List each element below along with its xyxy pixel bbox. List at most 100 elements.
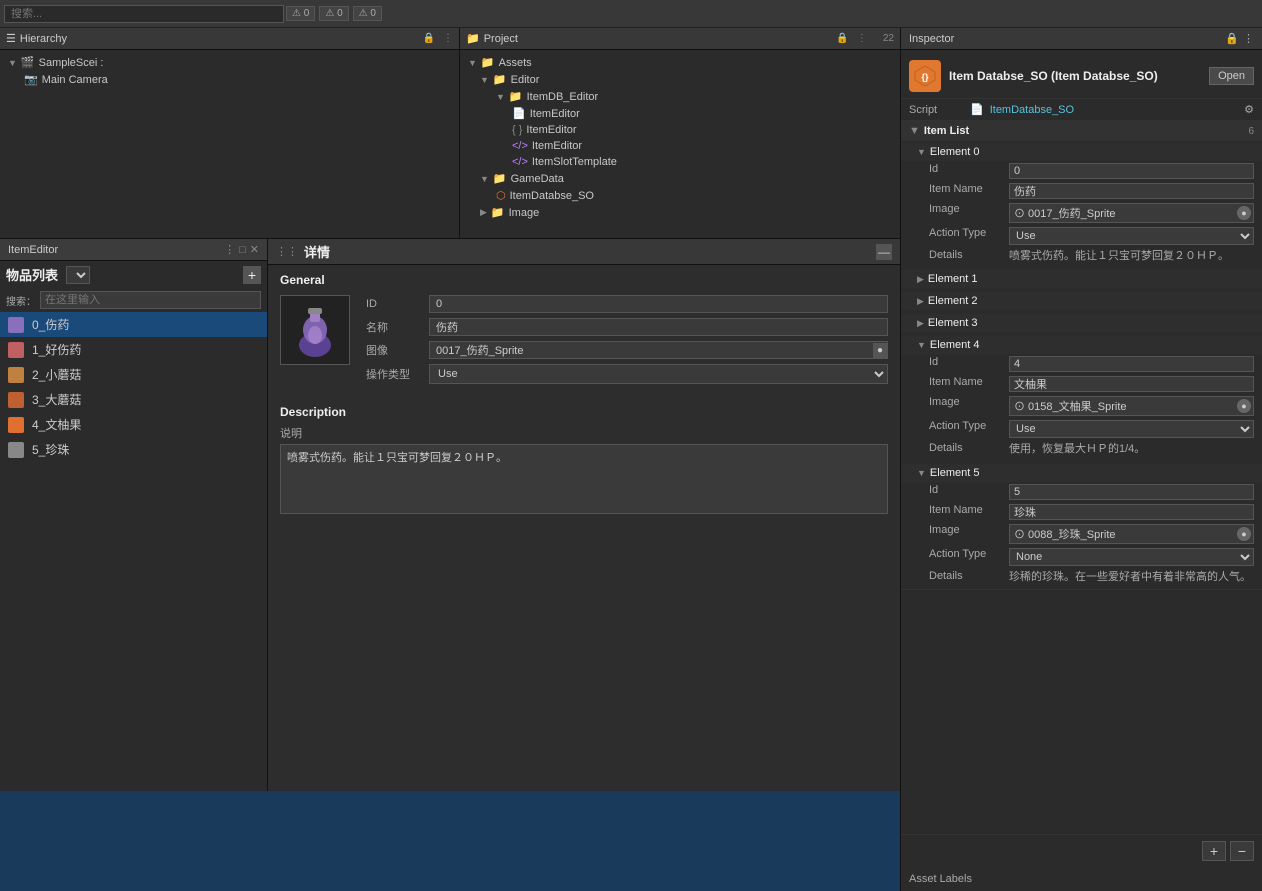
image-pick-e0[interactable]: ● [1237,206,1251,220]
item-name-input-e0[interactable] [1009,183,1254,199]
item-editor-tab[interactable]: ItemEditor ⋮ □ ✕ [0,239,267,261]
obj-name-text: Item Databse_SO (Item Databse_SO) [949,69,1158,83]
detail-minimize-button[interactable]: — [876,244,892,260]
expand-arrow: ▼ [8,58,17,68]
hierarchy-lock[interactable]: 🔒 [423,33,435,44]
script2-label: ItemEditor [526,124,576,136]
id-input-e4[interactable] [1009,356,1254,372]
details-label-e4: Details [929,442,1009,454]
expand-arrow: ▼ [496,92,505,102]
element-1-header[interactable]: ▶ Element 1 [901,270,1262,288]
expand-arrow: ▼ [468,58,477,68]
image-field-e5: ⊙ 0088_珍珠_Sprite ● [1009,524,1254,544]
list-item-2[interactable]: 2_小蘑菇 [0,362,267,387]
badge-2: ⚠ 0 [353,6,382,21]
tab-max-icon[interactable]: □ [239,244,246,256]
search-input-items[interactable] [40,291,261,309]
element-5-header[interactable]: ▼ Element 5 [901,464,1262,482]
hierarchy-icon: ☰ [6,32,16,45]
form-fields: ID 名称 图像 ● [366,295,888,389]
tab-close-icon[interactable]: ✕ [250,243,259,256]
project-item-assets[interactable]: ▼ 📁 Assets [460,54,900,71]
badge-0: ⚠ 0 [286,6,315,21]
hierarchy-menu[interactable]: ⋮ [443,33,453,44]
name-input[interactable] [429,318,888,336]
add-item-button[interactable]: + [243,266,261,284]
image-label-e0: Image [929,203,1009,215]
project-header: 📁 Project 🔒 ⋮ 22 [460,28,900,50]
element-4-action-row: Action Type UseNone [901,418,1262,440]
project-item-script2[interactable]: { } ItemEditor [460,122,900,138]
project-item-image[interactable]: ▶ 📁 Image [460,204,900,221]
camera-icon: 📷 [24,73,38,86]
element-5-details-row: Details 珍稀的珍珠。在一些爱好者中有着非常高的人气。 [901,568,1262,587]
element-3-header[interactable]: ▶ Element 3 [901,314,1262,332]
item-sort-select[interactable] [66,266,90,284]
element-4-header[interactable]: ▼ Element 4 [901,336,1262,354]
element-0-header[interactable]: ▼ Element 0 [901,143,1262,161]
details-value-e0: 喷雾式伤药。能让１只宝可梦回复２０ＨＰ。 [1009,249,1254,264]
open-button[interactable]: Open [1209,67,1254,85]
script-icon4: </> [512,156,528,168]
hierarchy-item-scene[interactable]: ▼ 🎬 SampleScei : [0,54,459,71]
details-label-e5: Details [929,570,1009,582]
image-input[interactable] [430,342,873,358]
list-item-1[interactable]: 1_好伤药 [0,337,267,362]
action-select-e0[interactable]: UseNone [1009,227,1254,245]
element-4-name-row: Item Name [901,374,1262,394]
action-select-e4[interactable]: UseNone [1009,420,1254,438]
image-pick-e4[interactable]: ● [1237,399,1251,413]
inspector-body: {} Item Databse_SO (Item Databse_SO) Ope… [901,50,1262,834]
project-item-itemdb[interactable]: ▼ 📁 ItemDB_Editor [460,88,900,105]
project-item-itemdatabse[interactable]: ⬡ ItemDatabse_SO [460,187,900,204]
element-0-arrow: ▼ [917,147,926,157]
element-2: ▶ Element 2 [901,290,1262,312]
list-item-5[interactable]: 5_珍珠 [0,437,267,462]
desc-textarea[interactable]: 喷雾式伤药。能让１只宝可梦回复２０ＨＰ。 [280,444,888,514]
project-item-script3[interactable]: </> ItemEditor [460,138,900,154]
list-item-0[interactable]: 0_伤药 [0,312,267,337]
project-item-script1[interactable]: 📄 ItemEditor [460,105,900,122]
image-pick-button[interactable]: ● [873,343,887,358]
item-list-header[interactable]: ▼ Item List 6 [901,121,1262,141]
image-value-e0: ⊙ 0017_伤药_Sprite [1010,204,1237,222]
script3-label: ItemEditor [532,140,582,152]
id-label-e0: Id [929,163,1009,175]
detail-panel: ⋮⋮ 详情 — General [268,239,900,791]
action-select-e5[interactable]: NoneUse [1009,548,1254,566]
tab-menu-icon[interactable]: ⋮ [224,243,235,256]
list-item-4[interactable]: 4_文柚果 [0,412,267,437]
project-panel: 📁 Project 🔒 ⋮ 22 ▼ 📁 Assets [460,28,900,238]
script-row: Script 📄 ItemDatabse_SO ⚙ [901,99,1262,121]
element-1-title: Element 1 [928,273,978,285]
inspector-lock-button[interactable]: 🔒 [1225,32,1239,45]
element-4: ▼ Element 4 Id Item Name Image ⊙ [901,334,1262,461]
project-lock[interactable]: 🔒 [836,33,848,44]
item-label-0: 0_伤药 [32,316,69,333]
id-input-e0[interactable] [1009,163,1254,179]
remove-element-button[interactable]: − [1230,841,1254,861]
id-input-e5[interactable] [1009,484,1254,500]
detail-menu-icon[interactable]: ⋮⋮ [276,245,298,258]
project-menu[interactable]: ⋮ [857,33,867,44]
project-badge: 22 [883,33,894,44]
search-input[interactable] [4,5,284,23]
element-3-arrow: ▶ [917,318,924,329]
element-2-header[interactable]: ▶ Element 2 [901,292,1262,310]
image-pick-e5[interactable]: ● [1237,527,1251,541]
list-item-3[interactable]: 3_大蘑菇 [0,387,267,412]
item-name-input-e4[interactable] [1009,376,1254,392]
add-element-button[interactable]: + [1202,841,1226,861]
script-gear-button[interactable]: ⚙ [1244,103,1254,116]
item-name-label-e4: Item Name [929,376,1009,388]
project-item-gamedata[interactable]: ▼ 📁 GameData [460,170,900,187]
inspector-menu-button[interactable]: ⋮ [1243,32,1254,45]
project-item-editor[interactable]: ▼ 📁 Editor [460,71,900,88]
item-label-3: 3_大蘑菇 [32,391,81,408]
action-select[interactable]: Use None [429,364,888,384]
inspector-bottom-buttons: + − [901,834,1262,867]
hierarchy-item-camera[interactable]: 📷 Main Camera [0,71,459,88]
item-name-input-e5[interactable] [1009,504,1254,520]
id-input[interactable] [429,295,888,313]
project-item-script4[interactable]: </> ItemSlotTemplate [460,154,900,170]
